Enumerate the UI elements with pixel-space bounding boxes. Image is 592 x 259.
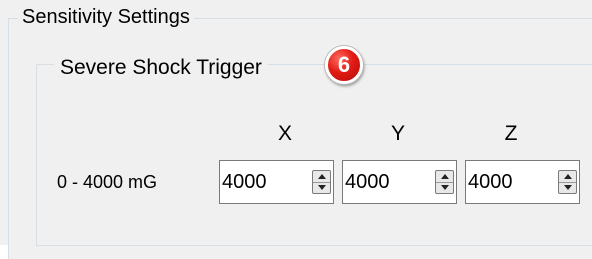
x-spin-buttons: [312, 170, 331, 194]
y-threshold-spinner[interactable]: 4000: [342, 160, 457, 204]
arrow-up-icon: [563, 174, 572, 179]
arrow-up-icon: [440, 174, 449, 179]
arrow-down-icon: [563, 185, 572, 190]
y-decrement-button[interactable]: [436, 182, 453, 193]
y-spin-buttons: [435, 170, 454, 194]
sensitivity-settings-title: Sensitivity Settings: [18, 6, 194, 28]
z-decrement-button[interactable]: [559, 182, 576, 193]
sensitivity-settings-panel: Sensitivity Settings Severe Shock Trigge…: [0, 0, 592, 259]
severe-shock-trigger-title: Severe Shock Trigger: [54, 56, 268, 80]
arrow-down-icon: [317, 185, 326, 190]
arrow-up-icon: [317, 174, 326, 179]
z-threshold-value[interactable]: 4000: [468, 161, 513, 203]
severe-shock-trigger-group: [36, 64, 592, 246]
axis-label-z: Z: [504, 122, 518, 145]
step-number-badge: 6: [325, 46, 363, 84]
x-decrement-button[interactable]: [313, 182, 330, 193]
axis-label-y: Y: [390, 122, 405, 145]
range-label: 0 - 4000 mG: [57, 172, 158, 192]
y-threshold-value[interactable]: 4000: [345, 161, 390, 203]
z-threshold-spinner[interactable]: 4000: [465, 160, 580, 204]
x-threshold-spinner[interactable]: 4000: [219, 160, 334, 204]
arrow-down-icon: [440, 185, 449, 190]
z-spin-buttons: [558, 170, 577, 194]
x-threshold-value[interactable]: 4000: [222, 161, 267, 203]
axis-label-x: X: [277, 122, 292, 145]
